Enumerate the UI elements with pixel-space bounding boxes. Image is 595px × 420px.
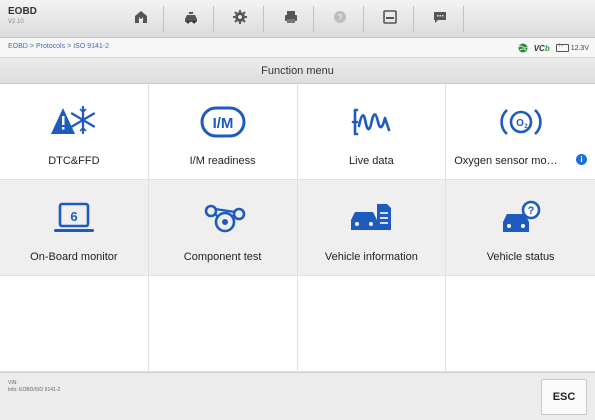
- menu-item-live-data[interactable]: Live data: [297, 84, 447, 180]
- menu-item-label: On-Board monitor: [30, 251, 118, 263]
- breadcrumb-item-protocols[interactable]: Protocols: [36, 43, 65, 50]
- empty-cell: [0, 276, 149, 372]
- home-icon: M: [135, 11, 147, 24]
- app-title: EOBD: [8, 6, 37, 17]
- vci-status: VCb: [534, 44, 550, 53]
- esc-button[interactable]: ESC: [541, 379, 587, 415]
- menu-item-label: Oxygen sensor mo…: [454, 155, 558, 167]
- breadcrumb-item-eobd[interactable]: EOBD: [8, 43, 28, 50]
- empty-cell: [446, 276, 595, 372]
- menu-item-vehicle-status[interactable]: ? Vehicle status: [446, 180, 595, 276]
- menu-item-label: Vehicle status: [486, 251, 555, 263]
- vci-label: VC: [533, 43, 545, 53]
- print-icon: [285, 11, 297, 23]
- battery-icon: [555, 43, 569, 52]
- component-test-icon: [199, 198, 247, 238]
- breadcrumb: EOBD > Protocols > ISO 9141-2: [8, 43, 109, 50]
- settings-button[interactable]: [230, 7, 250, 27]
- menu-item-im-readiness[interactable]: I/M I/M readiness: [148, 84, 298, 180]
- info-icon[interactable]: i: [576, 154, 587, 165]
- svg-text:6: 6: [70, 209, 77, 224]
- empty-cell: [297, 276, 447, 372]
- menu-item-onboard-monitor[interactable]: 6 On-Board monitor: [0, 180, 149, 276]
- settings-icon: [233, 10, 247, 24]
- menu-item-label: Component test: [183, 251, 262, 263]
- home-button[interactable]: M: [131, 7, 151, 27]
- vin-label: VIN:: [8, 380, 18, 386]
- menu-item-label: Live data: [349, 155, 394, 167]
- message-button[interactable]: [430, 7, 450, 27]
- vehicle-information-icon: [347, 198, 395, 238]
- function-grid: DTC&FFD I/M I/M readiness Live data O2 O…: [0, 84, 595, 372]
- breadcrumb-item-protocol: ISO 9141-2: [73, 43, 110, 50]
- onboard-monitor-icon: 6: [50, 198, 98, 238]
- print-button[interactable]: [281, 7, 301, 27]
- status-area: VCb 12.3V: [518, 41, 589, 55]
- vehicle-info: VIN: Info: EOBD/ISO 9141-2: [8, 380, 60, 394]
- path-bar: EOBD>Protocols>ISO 9141-2 VCb 12.3V: [0, 38, 595, 58]
- menu-item-oxygen-sensor[interactable]: O2 Oxygen sensor mo… i: [446, 84, 595, 180]
- vci-suffix: b: [544, 43, 550, 53]
- menu-item-component-test[interactable]: Component test: [148, 180, 298, 276]
- help-icon: ?: [334, 11, 346, 23]
- help-button[interactable]: ?: [330, 7, 350, 27]
- svg-text:M: M: [139, 18, 144, 24]
- svg-text:?: ?: [527, 205, 534, 217]
- vehicle-icon: [185, 12, 197, 24]
- battery-status: 12.3V: [555, 43, 589, 52]
- message-icon: [434, 12, 446, 23]
- menu-item-vehicle-information[interactable]: Vehicle information: [297, 180, 447, 276]
- menu-item-label: I/M readiness: [189, 155, 256, 167]
- breadcrumb-separator: >: [29, 43, 34, 50]
- oxygen-sensor-icon: O2: [497, 102, 545, 142]
- menu-item-dtc-ffd[interactable]: DTC&FFD: [0, 84, 149, 180]
- menu-item-label: DTC&FFD: [48, 155, 100, 167]
- menu-item-label: Vehicle information: [324, 251, 418, 263]
- network-globe-icon: [518, 43, 528, 53]
- vehicle-status-icon: ?: [497, 198, 545, 238]
- svg-text:O: O: [516, 118, 524, 129]
- info-label: Info: EOBD/ISO 9141-2: [8, 387, 61, 393]
- battery-voltage: 12.3V: [570, 44, 589, 52]
- svg-text:?: ?: [338, 13, 343, 22]
- dtc-warning-snowflake-icon: [50, 102, 98, 142]
- im-readiness-icon: I/M: [199, 102, 247, 142]
- footer-bar: VIN: Info: EOBD/ISO 9141-2 ESC: [0, 372, 595, 420]
- save-icon: [383, 10, 397, 24]
- app-version: V2.10: [8, 19, 24, 25]
- live-data-waveform-icon: [347, 102, 395, 142]
- breadcrumb-separator: >: [67, 43, 72, 50]
- svg-text:I/M: I/M: [212, 115, 233, 132]
- save-button[interactable]: [380, 7, 400, 27]
- empty-cell: [148, 276, 298, 372]
- top-toolbar: EOBD V2.10 M ?: [0, 0, 595, 38]
- vehicle-menu-button[interactable]: [181, 7, 201, 27]
- function-menu-title: Function menu: [0, 58, 595, 84]
